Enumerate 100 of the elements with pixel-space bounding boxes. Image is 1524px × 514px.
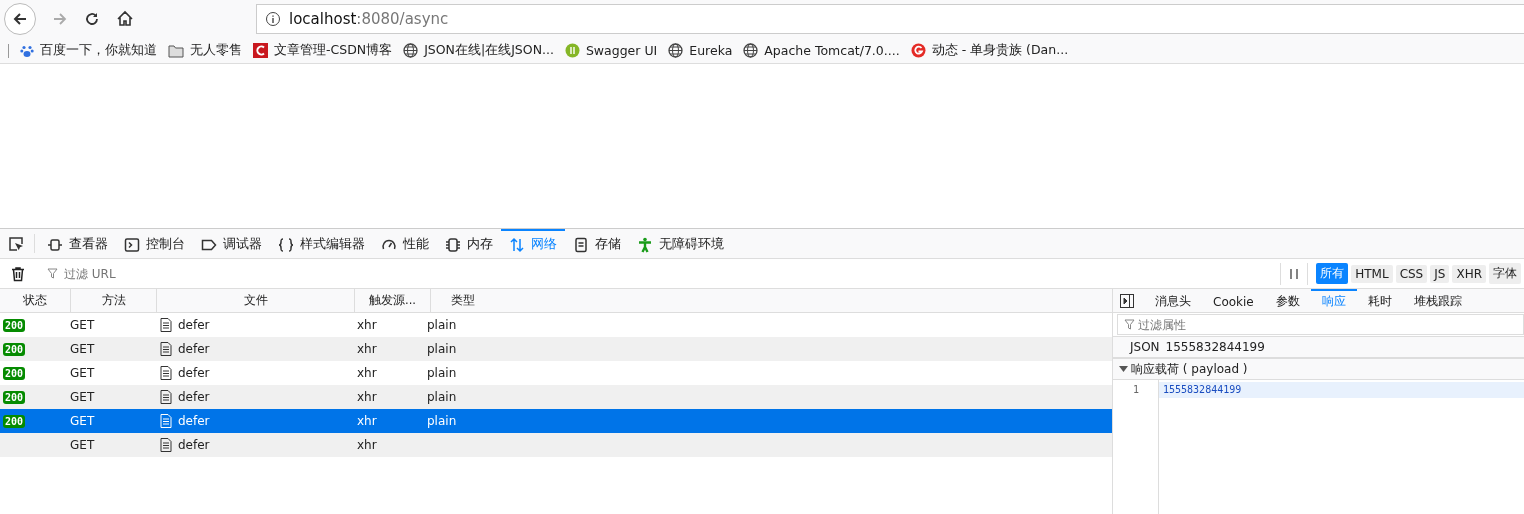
devtools-tab[interactable]: 无障碍环境 xyxy=(629,229,732,258)
table-cell: defer xyxy=(178,414,210,428)
globe-icon xyxy=(403,43,419,58)
globe-icon xyxy=(668,43,684,58)
request-row[interactable]: 200 GET defer xhr plain xyxy=(0,385,1112,409)
line-number: 1 xyxy=(1132,383,1141,397)
trash-icon[interactable] xyxy=(10,265,26,282)
devtools-tab[interactable]: 样式编辑器 xyxy=(270,229,373,258)
document-icon xyxy=(573,236,589,253)
table-cell: plain xyxy=(427,390,457,404)
devtools-tab[interactable]: 查看器 xyxy=(39,229,116,258)
table-cell: xhr xyxy=(357,318,377,332)
logo-icon xyxy=(253,43,268,58)
request-row[interactable]: 200 GET defer xhr plain xyxy=(0,409,1112,433)
reload-icon[interactable] xyxy=(84,11,100,27)
info-icon[interactable] xyxy=(265,11,281,27)
type-filter-button[interactable]: 所有 xyxy=(1316,263,1349,284)
bookmark-link[interactable]: 动态 - 单身贵族 (Dan... xyxy=(931,42,1069,59)
filter-icon xyxy=(47,268,58,279)
status-badge: 200 xyxy=(3,342,26,356)
filter-icon xyxy=(1124,319,1135,330)
details-tab[interactable]: 响应 xyxy=(1310,289,1357,312)
bookmark-link[interactable]: 无人零售 xyxy=(190,42,242,59)
status-badge: 200 xyxy=(3,390,26,404)
request-row[interactable]: GET defer xhr xyxy=(0,433,1112,457)
type-filter-button[interactable]: 字体 xyxy=(1489,263,1521,284)
column-header[interactable]: 文件 xyxy=(157,289,355,312)
details-tab[interactable]: 堆栈跟踪 xyxy=(1402,289,1473,312)
table-cell: defer xyxy=(178,438,210,452)
document-icon xyxy=(160,366,172,380)
table-cell: plain xyxy=(427,414,457,428)
address-bar[interactable]: localhost:8080/async xyxy=(256,4,1524,34)
type-filter-button[interactable]: CSS xyxy=(1395,264,1428,283)
sidebar-toggle-icon[interactable] xyxy=(1120,293,1134,308)
bookmark-link[interactable]: Eureka xyxy=(689,43,733,58)
devtools-tab[interactable]: 存储 xyxy=(565,229,629,258)
table-cell: GET xyxy=(70,318,95,332)
column-header[interactable]: 方法 xyxy=(71,289,157,312)
braces-icon xyxy=(278,236,294,253)
pause-icon[interactable] xyxy=(1289,267,1300,280)
logo-icon xyxy=(564,43,580,58)
folder-icon xyxy=(168,43,184,58)
bookmark-link[interactable]: Apache Tomcat/7.0.... xyxy=(764,43,900,58)
table-cell: defer xyxy=(178,318,210,332)
bookmark-link[interactable]: Swagger UI xyxy=(585,43,658,58)
table-cell: xhr xyxy=(357,390,377,404)
url-filter-field[interactable]: 过滤 URL xyxy=(62,265,1273,282)
table-cell: plain xyxy=(427,366,457,380)
devtools-tab[interactable]: 控制台 xyxy=(116,229,193,258)
devtools-tab[interactable]: 内存 xyxy=(437,229,501,258)
details-tab[interactable]: 消息头 xyxy=(1144,289,1202,312)
console-icon xyxy=(124,236,140,253)
payload-header[interactable]: 响应载荷 ( payload ) xyxy=(1113,359,1524,380)
bookmark-link[interactable]: 文章管理-CSDN博客 xyxy=(274,42,393,59)
status-badge: 200 xyxy=(3,366,26,380)
bookmark-link[interactable]: JSON在线|在线JSON... xyxy=(424,42,554,59)
table-cell: GET xyxy=(70,414,95,428)
document-icon xyxy=(160,414,172,428)
table-cell: xhr xyxy=(357,438,377,452)
picker-icon[interactable] xyxy=(8,235,24,252)
chip-icon xyxy=(445,236,461,253)
table-cell: defer xyxy=(178,366,210,380)
logo-icon xyxy=(910,43,926,58)
request-row[interactable]: 200 GET defer xhr plain xyxy=(0,337,1112,361)
devtools-tab[interactable]: 调试器 xyxy=(193,229,270,258)
devtools-tab[interactable]: 性能 xyxy=(373,229,437,258)
type-filter-button[interactable]: XHR xyxy=(1452,264,1486,283)
inspector-icon xyxy=(47,236,63,253)
table-cell: GET xyxy=(70,342,95,356)
table-cell: plain xyxy=(427,342,457,356)
table-cell: GET xyxy=(70,438,95,452)
table-cell: GET xyxy=(70,390,95,404)
document-icon xyxy=(160,390,172,404)
table-cell: plain xyxy=(427,318,457,332)
back-button[interactable] xyxy=(4,3,36,35)
column-header[interactable]: 触发源... xyxy=(355,289,431,312)
column-header[interactable]: 类型 xyxy=(431,289,1112,312)
details-tab[interactable]: 参数 xyxy=(1264,289,1311,312)
property-filter-field[interactable]: 过滤属性 xyxy=(1117,314,1524,335)
type-filter-button[interactable]: JS xyxy=(1430,264,1450,283)
details-tab[interactable]: 耗时 xyxy=(1356,289,1403,312)
table-cell: xhr xyxy=(357,366,377,380)
json-value: 1555832844199 xyxy=(1165,340,1265,354)
bookmark-link[interactable]: 百度一下，你就知道 xyxy=(40,42,157,59)
type-filter-button[interactable]: HTML xyxy=(1351,264,1393,283)
table-cell: GET xyxy=(70,366,95,380)
details-tab[interactable]: Cookie xyxy=(1202,289,1265,312)
json-label: JSON xyxy=(1130,340,1160,354)
home-icon[interactable] xyxy=(116,10,134,28)
table-cell: defer xyxy=(178,342,210,356)
document-icon xyxy=(160,438,172,452)
document-icon xyxy=(160,318,172,332)
status-badge: 200 xyxy=(3,318,26,332)
document-icon xyxy=(160,342,172,356)
table-cell: xhr xyxy=(357,342,377,356)
table-cell: xhr xyxy=(357,414,377,428)
globe-icon xyxy=(743,43,759,58)
collapse-icon[interactable] xyxy=(1119,366,1128,372)
table-cell: defer xyxy=(178,390,210,404)
column-header[interactable]: 状态 xyxy=(0,289,71,312)
